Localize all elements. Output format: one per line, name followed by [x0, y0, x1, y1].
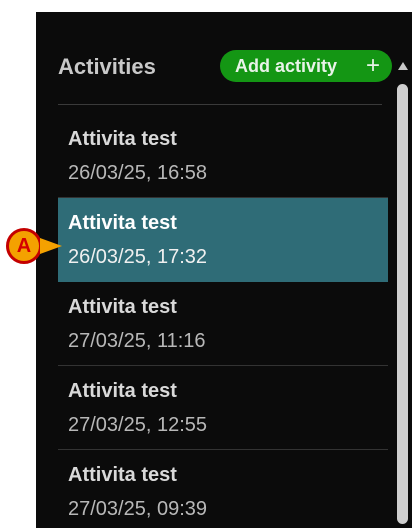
- activity-datetime: 27/03/25, 12:55: [68, 414, 208, 436]
- activity-datetime: 27/03/25, 11:16: [68, 330, 206, 352]
- scroll-thumb[interactable]: [397, 84, 408, 524]
- plus-icon: +: [365, 52, 380, 79]
- panel-header: Activities Add activity +: [36, 12, 412, 104]
- activity-datetime: 26/03/25, 16:58: [68, 162, 208, 184]
- activity-list: Attivita test 26/03/25, 16:58 Attivita t…: [58, 114, 388, 528]
- activity-item[interactable]: Attivita test 27/03/25, 09:39: [58, 450, 388, 528]
- panel-title: Activities: [58, 54, 156, 79]
- header-divider: [58, 104, 382, 105]
- activity-name: Attivita test: [68, 212, 177, 234]
- add-activity-label: Add activity: [235, 55, 338, 76]
- activity-item[interactable]: Attivita test 27/03/25, 12:55: [58, 366, 388, 450]
- scroll-up-arrow-icon[interactable]: [398, 62, 408, 70]
- activity-datetime: 27/03/25, 09:39: [68, 498, 208, 520]
- callout-marker: A: [6, 228, 42, 264]
- activity-name: Attivita test: [68, 464, 177, 486]
- list-scrollbar[interactable]: [394, 62, 412, 528]
- activity-name: Attivita test: [68, 296, 177, 318]
- activities-panel: Activities Add activity + Attivita test …: [36, 12, 412, 528]
- activity-name: Attivita test: [68, 128, 177, 150]
- activity-item[interactable]: Attivita test 26/03/25, 16:58: [58, 114, 388, 198]
- activity-item-selected[interactable]: Attivita test 26/03/25, 17:32: [58, 198, 388, 282]
- activity-datetime: 26/03/25, 17:32: [68, 246, 208, 268]
- activity-item[interactable]: Attivita test 27/03/25, 11:16: [58, 282, 388, 366]
- activity-name: Attivita test: [68, 380, 177, 402]
- add-activity-button[interactable]: Add activity +: [220, 50, 392, 82]
- callout-arrow-icon: [40, 238, 62, 254]
